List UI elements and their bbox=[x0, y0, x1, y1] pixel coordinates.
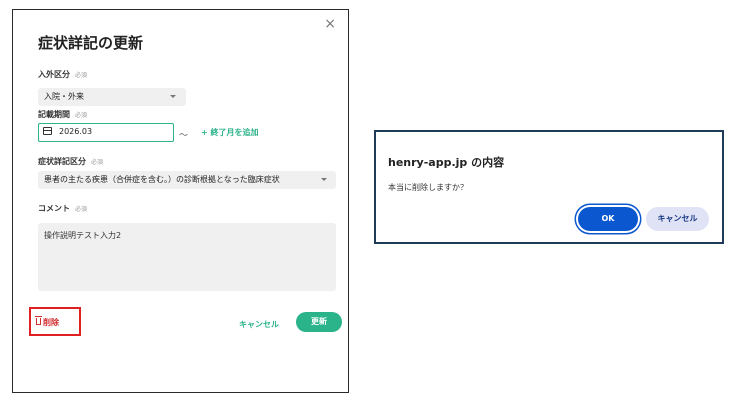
category-label-text: 症状詳記区分 bbox=[38, 157, 86, 166]
category-select[interactable]: 患者の主たる疾患（合併症を含む。）の診断根拠となった臨床症状 bbox=[38, 171, 336, 189]
trash-icon bbox=[35, 316, 42, 325]
dialog-cancel-button[interactable]: キャンセル bbox=[646, 207, 709, 231]
add-end-month-button[interactable]: + 終了月を追加 bbox=[201, 127, 259, 138]
category-value: 患者の主たる疾患（合併症を含む。）の診断根拠となった臨床症状 bbox=[44, 175, 280, 184]
calendar-icon bbox=[43, 127, 52, 135]
period-start-value: 2026.03 bbox=[59, 127, 93, 136]
period-start-field[interactable]: 2026.03 bbox=[38, 123, 174, 142]
cancel-button[interactable]: キャンセル bbox=[239, 319, 279, 330]
in-out-label: 入外区分 必須 bbox=[38, 69, 87, 80]
delete-label: 削除 bbox=[43, 318, 59, 327]
required-tag: 必須 bbox=[75, 112, 88, 119]
close-icon[interactable]: × bbox=[324, 16, 336, 32]
required-tag: 必須 bbox=[75, 72, 88, 79]
period-label: 記載期間 必須 bbox=[38, 109, 87, 120]
comment-label-text: コメント bbox=[38, 204, 70, 213]
confirm-dialog: henry-app.jp の内容 本当に削除しますか？ OK キャンセル bbox=[374, 130, 724, 244]
update-button[interactable]: 更新 bbox=[296, 312, 342, 332]
period-tilde: 〜 bbox=[179, 131, 189, 141]
dialog-message: 本当に削除しますか？ bbox=[388, 183, 468, 192]
update-symptom-modal: × 症状詳記の更新 入外区分 必須 入院・外来 記載期間 必須 2026.03 〜 … bbox=[12, 9, 349, 393]
period-label-text: 記載期間 bbox=[38, 110, 70, 119]
in-out-select[interactable]: 入院・外来 bbox=[38, 88, 186, 106]
comment-label: コメント 必須 bbox=[38, 203, 87, 214]
ok-button[interactable]: OK bbox=[578, 207, 638, 231]
chevron-down-icon bbox=[321, 178, 327, 181]
chevron-down-icon bbox=[170, 95, 176, 98]
in-out-label-text: 入外区分 bbox=[38, 70, 70, 79]
modal-title: 症状詳記の更新 bbox=[38, 34, 144, 52]
dialog-title: henry-app.jp の内容 bbox=[388, 156, 505, 169]
category-label: 症状詳記区分 必須 bbox=[38, 156, 103, 167]
required-tag: 必須 bbox=[91, 159, 104, 166]
delete-button[interactable]: 削除 bbox=[29, 307, 81, 336]
comment-value: 操作説明テスト入力2 bbox=[44, 231, 122, 240]
required-tag: 必須 bbox=[75, 206, 88, 213]
in-out-value: 入院・外来 bbox=[44, 92, 84, 101]
comment-textarea[interactable]: 操作説明テスト入力2 bbox=[38, 223, 336, 291]
